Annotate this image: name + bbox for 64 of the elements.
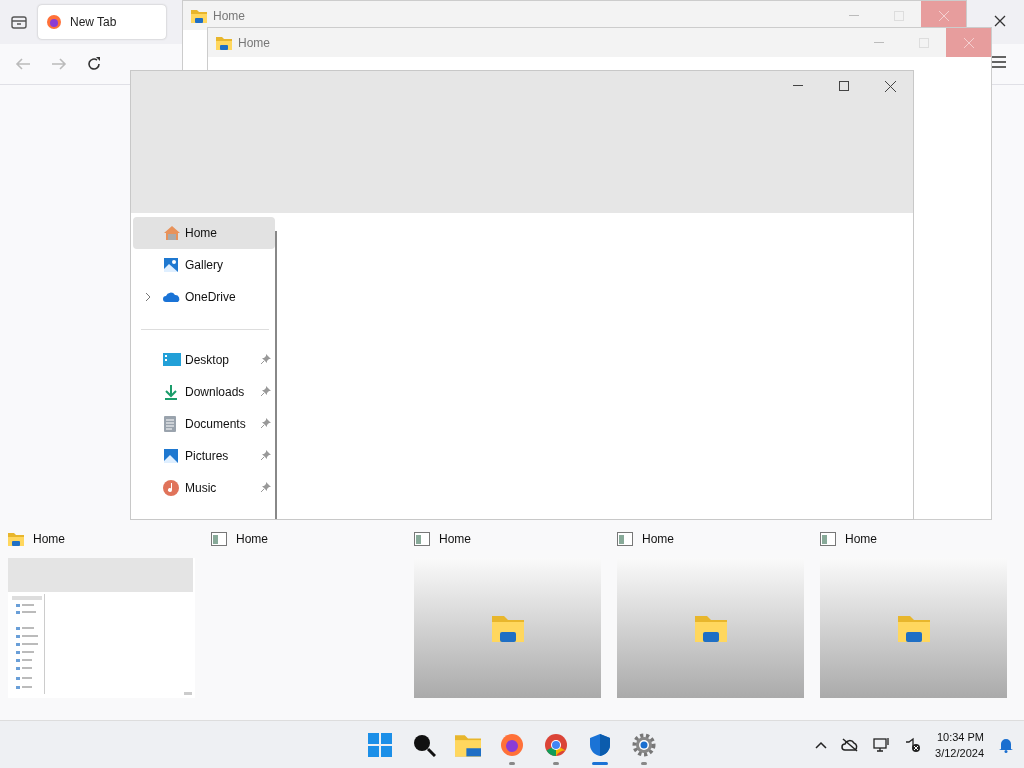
minimize-icon[interactable] bbox=[793, 85, 803, 87]
speaker-muted-icon[interactable] bbox=[905, 736, 922, 753]
home-icon bbox=[163, 225, 181, 241]
sidebar-item[interactable]: Documents bbox=[133, 408, 275, 440]
start-icon[interactable] bbox=[368, 732, 392, 757]
window-icon bbox=[820, 532, 836, 546]
sidebar-item[interactable]: Downloads bbox=[133, 376, 275, 408]
firefox-icon[interactable] bbox=[500, 732, 524, 757]
task-switcher-item[interactable]: Home bbox=[414, 520, 601, 702]
download-icon bbox=[163, 384, 179, 400]
window-icon bbox=[414, 532, 430, 546]
document-icon bbox=[163, 416, 177, 432]
pin-icon bbox=[261, 450, 271, 460]
folder-icon bbox=[897, 613, 930, 643]
sidebar-item[interactable]: Gallery bbox=[133, 249, 275, 281]
task-switcher-item[interactable]: Home bbox=[820, 520, 1007, 702]
clock-time: 10:34 PM bbox=[936, 729, 984, 745]
pin-icon bbox=[261, 354, 271, 364]
window-title: Home bbox=[238, 35, 270, 50]
folder-icon bbox=[216, 35, 232, 50]
sidebar-item[interactable]: Home bbox=[133, 217, 275, 249]
settings-icon[interactable] bbox=[632, 732, 656, 757]
task-switcher-item[interactable]: Home bbox=[617, 520, 804, 702]
sidebar-item[interactable]: OneDrive bbox=[133, 281, 275, 313]
cloud-offline-icon[interactable] bbox=[841, 737, 860, 752]
clock-date: 3/12/2024 bbox=[935, 745, 984, 761]
search-icon[interactable] bbox=[412, 732, 436, 757]
sidebar-item[interactable]: Music bbox=[133, 472, 275, 504]
close-icon bbox=[963, 37, 974, 48]
folder-icon bbox=[694, 613, 727, 643]
desktop-icon bbox=[163, 353, 181, 367]
close-icon bbox=[938, 10, 949, 21]
folder-icon[interactable] bbox=[455, 732, 481, 757]
firefox-icon bbox=[46, 14, 62, 30]
bell-icon[interactable] bbox=[998, 736, 1014, 753]
pin-icon bbox=[261, 418, 271, 428]
sidebar-item[interactable]: Desktop bbox=[133, 344, 275, 376]
window-icon bbox=[211, 532, 227, 546]
folder-icon bbox=[8, 532, 24, 546]
chrome-icon[interactable] bbox=[544, 732, 568, 757]
music-icon bbox=[163, 480, 179, 496]
pin-icon bbox=[261, 482, 271, 492]
sidebar-item[interactable]: Pictures bbox=[133, 440, 275, 472]
pin-icon bbox=[261, 386, 271, 396]
task-switcher-item[interactable]: Home bbox=[211, 520, 398, 702]
picture-icon bbox=[163, 448, 179, 464]
window-title: Home bbox=[213, 8, 245, 23]
folder-icon bbox=[191, 8, 207, 23]
window-icon bbox=[617, 532, 633, 546]
close-icon[interactable] bbox=[884, 80, 896, 92]
maximize-icon[interactable] bbox=[839, 81, 849, 91]
task-switcher-item[interactable]: Home bbox=[8, 520, 195, 702]
folder-icon bbox=[491, 613, 524, 643]
browser-tab[interactable]: New Tab bbox=[38, 5, 166, 39]
reload-icon[interactable] bbox=[86, 56, 102, 72]
chevron-up-icon[interactable] bbox=[815, 740, 828, 749]
tab-list-icon[interactable] bbox=[10, 14, 28, 30]
menu-icon[interactable] bbox=[992, 56, 1006, 68]
network-icon[interactable] bbox=[873, 736, 892, 753]
gallery-icon bbox=[163, 257, 179, 273]
close-icon[interactable] bbox=[993, 14, 1007, 28]
shield-icon[interactable] bbox=[589, 732, 611, 757]
chevron-icon[interactable] bbox=[144, 292, 152, 302]
cloud-icon bbox=[163, 291, 181, 303]
